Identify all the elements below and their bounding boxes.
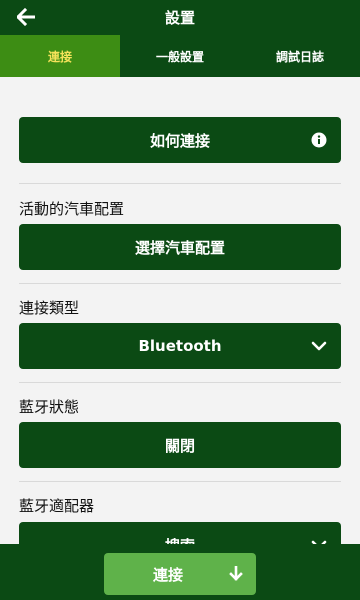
bluetooth-status-button[interactable]: 關閉 — [19, 422, 341, 468]
bluetooth-status-label: 藍牙狀態 — [19, 398, 80, 416]
bluetooth-adapter-label: 藍牙適配器 — [19, 497, 95, 515]
connection-type-value: Bluetooth — [138, 337, 222, 355]
chevron-down-icon — [311, 341, 327, 351]
info-icon — [311, 132, 327, 148]
back-arrow-icon[interactable] — [17, 8, 35, 26]
select-car-profile-button[interactable]: 選擇汽車配置 — [19, 224, 341, 270]
bluetooth-status-value: 關閉 — [164, 436, 195, 455]
divider — [19, 481, 341, 482]
connection-type-label: 連接類型 — [19, 299, 80, 317]
tab-connect[interactable]: 連接 — [0, 35, 120, 77]
tab-debug-log[interactable]: 調試日誌 — [240, 35, 360, 77]
how-to-connect-button[interactable]: 如何連接 — [19, 117, 341, 163]
bottom-bar: 連接 — [0, 544, 360, 600]
connect-button[interactable]: 連接 — [104, 553, 256, 595]
connect-label: 連接 — [152, 565, 183, 584]
bluetooth-adapter-select[interactable]: 搜索 — [19, 522, 341, 544]
tab-bar: 連接 一般設置 調試日誌 — [0, 35, 360, 77]
page-title: 設置 — [164, 9, 195, 27]
chevron-down-icon — [311, 540, 327, 544]
connection-type-select[interactable]: Bluetooth — [19, 323, 341, 369]
select-car-profile-label: 選擇汽車配置 — [134, 238, 225, 257]
active-car-profile-label: 活動的汽車配置 — [19, 200, 125, 218]
divider — [19, 382, 341, 383]
download-arrow-icon — [229, 566, 243, 581]
divider — [19, 283, 341, 284]
bluetooth-adapter-value: 搜索 — [165, 535, 195, 545]
top-bar: 設置 — [0, 0, 360, 35]
divider — [19, 183, 341, 184]
tab-general-settings[interactable]: 一般設置 — [120, 35, 240, 77]
settings-content[interactable]: 如何連接 活動的汽車配置 選擇汽車配置 連接類型 Bluetooth 藍牙狀態 … — [0, 77, 360, 544]
how-to-connect-label: 如何連接 — [149, 131, 210, 150]
